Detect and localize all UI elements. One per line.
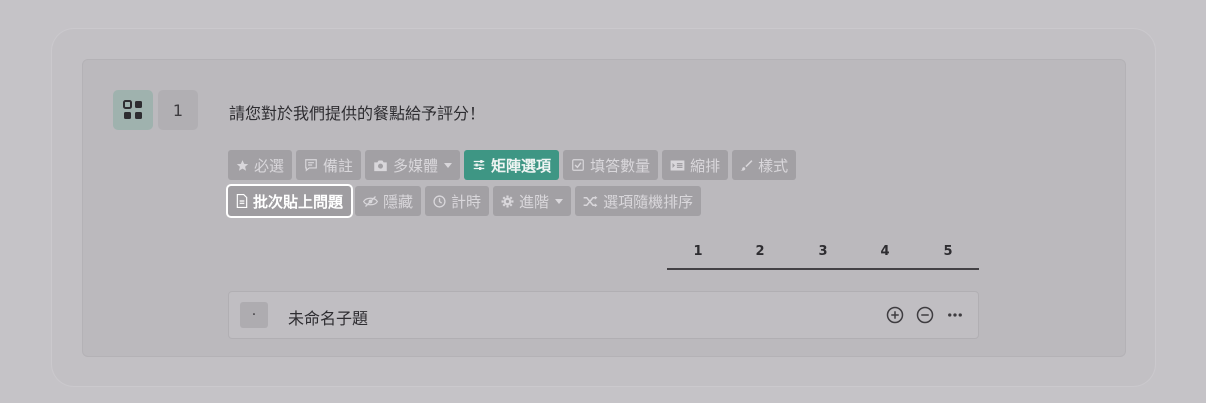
more-icon[interactable] xyxy=(946,306,964,324)
answer-count-button[interactable]: 填答數量 xyxy=(563,150,659,180)
sub-question-row: · 未命名子題 xyxy=(228,291,979,339)
hide-label: 隱藏 xyxy=(383,192,414,211)
answer-count-label: 填答數量 xyxy=(590,156,651,175)
advanced-button[interactable]: 進階 xyxy=(493,186,572,216)
required-label: 必選 xyxy=(254,156,285,175)
indent-label: 縮排 xyxy=(690,156,721,175)
shuffle-options-label: 選項隨機排序 xyxy=(603,192,694,211)
question-type-chip[interactable] xyxy=(113,90,153,130)
checkbox-icon xyxy=(572,159,584,171)
note-button[interactable]: 備註 xyxy=(296,150,362,180)
required-button[interactable]: 必選 xyxy=(228,150,293,180)
timer-button[interactable]: 計時 xyxy=(425,186,490,216)
style-button[interactable]: 樣式 xyxy=(732,150,797,180)
media-label: 多媒體 xyxy=(393,156,439,175)
toolbar-row-2: 批次貼上問題 隱藏 計時 進階 選項隨機排序 xyxy=(228,186,702,216)
document-icon xyxy=(236,194,248,208)
clock-icon xyxy=(433,194,446,208)
add-circle-icon[interactable] xyxy=(886,306,904,324)
sub-question-bullet[interactable]: · xyxy=(240,302,268,328)
scale-label-5: 5 xyxy=(943,244,953,259)
batch-paste-label: 批次貼上問題 xyxy=(253,192,344,211)
advanced-label: 進階 xyxy=(519,192,550,211)
indent-button[interactable]: 縮排 xyxy=(662,150,729,180)
style-label: 樣式 xyxy=(758,156,789,175)
remove-circle-icon[interactable] xyxy=(916,306,934,324)
note-label: 備註 xyxy=(323,156,354,175)
chevron-down-icon xyxy=(555,198,564,204)
sub-question-actions xyxy=(886,306,964,324)
chevron-down-icon xyxy=(444,162,453,168)
scale-label-3: 3 xyxy=(818,244,828,259)
hide-button[interactable]: 隱藏 xyxy=(355,186,422,216)
brush-icon xyxy=(740,159,753,171)
camera-icon xyxy=(374,160,387,171)
matrix-options-label: 矩陣選項 xyxy=(491,156,552,175)
star-icon xyxy=(236,159,249,171)
batch-paste-button[interactable]: 批次貼上問題 xyxy=(228,186,352,216)
question-text[interactable]: 請您對於我們提供的餐點給予評分！ xyxy=(229,100,485,124)
comment-icon xyxy=(305,159,317,172)
eye-slash-icon xyxy=(363,195,379,207)
scale-label-2: 2 xyxy=(755,244,765,259)
scale-label-4: 4 xyxy=(880,244,890,259)
matrix-scale-header: 1 2 3 4 5 xyxy=(667,240,979,270)
indent-icon xyxy=(670,160,685,170)
sliders-icon xyxy=(473,160,485,170)
gear-icon xyxy=(501,195,514,207)
media-button[interactable]: 多媒體 xyxy=(365,150,461,180)
matrix-options-button[interactable]: 矩陣選項 xyxy=(464,150,560,180)
grid-icon xyxy=(123,100,142,119)
sub-question-title[interactable]: 未命名子題 xyxy=(288,305,368,329)
question-number: 1 xyxy=(158,90,198,130)
shuffle-icon xyxy=(583,195,598,207)
timer-label: 計時 xyxy=(451,192,482,211)
shuffle-options-button[interactable]: 選項隨機排序 xyxy=(575,186,702,216)
scale-label-1: 1 xyxy=(693,244,703,259)
toolbar-row-1: 必選 備註 多媒體 矩陣選項 填答數量 縮排 樣式 xyxy=(228,150,797,180)
